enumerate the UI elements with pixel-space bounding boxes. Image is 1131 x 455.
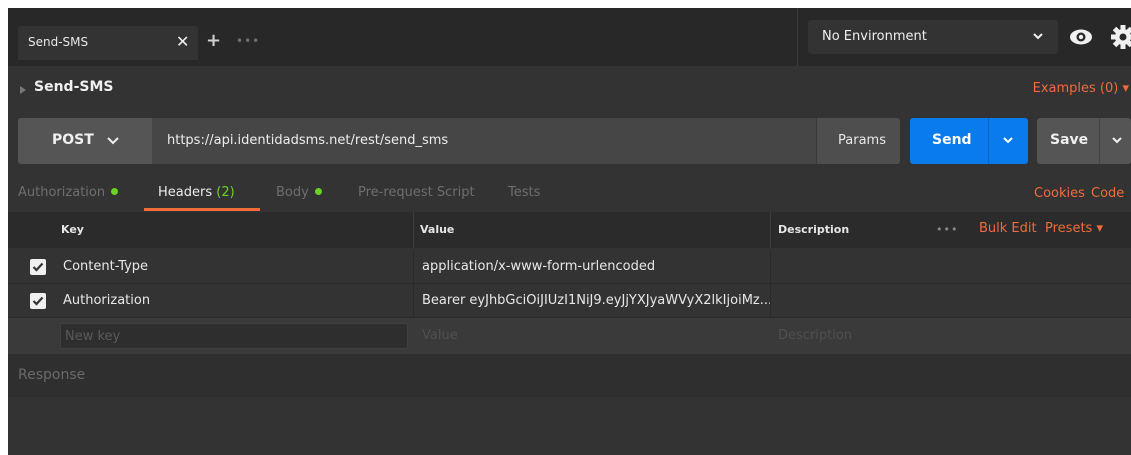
table-row: Content-Type application/x-www-form-urle… — [8, 250, 1131, 284]
column-divider — [770, 250, 771, 284]
presets-dropdown[interactable]: Presets ▾ — [1045, 221, 1103, 236]
url-bar: POST https://api.identidadsms.net/rest/s… — [18, 118, 900, 164]
header-key-cell[interactable]: Authorization — [63, 293, 150, 308]
environment-label: No Environment — [822, 29, 927, 44]
save-label: Save — [1050, 132, 1089, 148]
new-value-input[interactable]: Value — [422, 328, 458, 343]
new-header-row: Value Description — [8, 318, 1131, 354]
request-name[interactable]: Send-SMS — [34, 79, 113, 95]
tab-label: Tests — [508, 185, 541, 200]
column-divider — [413, 212, 414, 248]
tab-tests[interactable]: Tests — [508, 185, 540, 200]
column-divider — [770, 284, 771, 318]
divider — [797, 8, 798, 66]
tab-body[interactable]: Body — [276, 185, 322, 200]
chevron-down-icon[interactable] — [1002, 134, 1014, 146]
caret-right-icon[interactable] — [20, 86, 26, 94]
request-subtabs: Authorization Headers (2) Body Pre-reque… — [8, 176, 1131, 212]
divider — [988, 118, 989, 164]
column-divider — [413, 284, 414, 318]
save-button[interactable]: Save — [1037, 118, 1131, 164]
active-tab-indicator — [144, 208, 260, 211]
new-key-input[interactable] — [60, 323, 408, 349]
checkmark-icon — [32, 262, 44, 272]
header-enabled-checkbox[interactable] — [30, 293, 46, 309]
status-dot-icon — [314, 188, 322, 195]
column-header-key: Key — [61, 223, 84, 236]
examples-dropdown[interactable]: Examples (0) ▾ — [1033, 81, 1129, 96]
column-divider — [770, 212, 771, 248]
close-tab-icon[interactable]: ✕ — [176, 32, 189, 51]
postman-app: Send-SMS ✕ + ••• No Environment Send-SMS… — [8, 8, 1131, 455]
status-dot-icon — [111, 188, 119, 195]
url-input[interactable]: https://api.identidadsms.net/rest/send_s… — [167, 133, 448, 148]
tab-label: Pre-request Script — [358, 185, 475, 200]
tab-label: Body — [276, 185, 309, 200]
response-body — [8, 397, 1131, 455]
response-header: Response — [8, 354, 1131, 397]
header-enabled-checkbox[interactable] — [30, 259, 46, 275]
chevron-down-icon — [107, 137, 119, 145]
request-name-row: Send-SMS Examples (0) ▾ — [8, 66, 1131, 114]
response-label: Response — [18, 367, 86, 383]
chevron-down-icon — [1033, 33, 1043, 40]
send-label: Send — [932, 132, 972, 148]
tab-authorization[interactable]: Authorization — [18, 185, 119, 200]
more-tabs-icon[interactable]: ••• — [236, 34, 260, 48]
new-description-input[interactable]: Description — [778, 328, 852, 343]
method-label: POST — [52, 132, 94, 148]
params-button[interactable]: Params — [816, 118, 900, 164]
gear-icon[interactable] — [1108, 22, 1131, 52]
environment-select[interactable]: No Environment — [808, 20, 1058, 54]
more-options-icon[interactable]: ••• — [936, 223, 958, 236]
tab-prerequest-script[interactable]: Pre-request Script — [358, 185, 475, 200]
eye-icon[interactable] — [1066, 22, 1096, 52]
tab-bar: Send-SMS ✕ + ••• No Environment — [8, 8, 1131, 66]
table-row: Authorization Bearer eyJhbGciOiJIUzI1NiJ… — [8, 284, 1131, 318]
chevron-down-icon[interactable] — [1111, 134, 1123, 146]
cookies-link[interactable]: Cookies — [1034, 186, 1085, 201]
divider — [1099, 118, 1100, 164]
table-header: Key Value Description ••• Bulk Edit Pres… — [8, 212, 1131, 248]
bulk-edit-link[interactable]: Bulk Edit — [979, 221, 1037, 236]
column-header-value: Value — [420, 223, 455, 236]
column-divider — [413, 250, 414, 284]
code-link[interactable]: Code — [1091, 186, 1124, 201]
new-tab-icon[interactable]: + — [206, 30, 221, 51]
header-key-cell[interactable]: Content-Type — [63, 259, 148, 274]
method-select[interactable]: POST — [18, 118, 152, 164]
header-value-cell[interactable]: Bearer eyJhbGciOiJIUzI1NiJ9.eyJjYXJyaWVy… — [422, 293, 772, 308]
tab-label: Headers — [158, 185, 213, 200]
headers-count-badge: (2) — [216, 185, 235, 200]
tab-headers[interactable]: Headers (2) — [158, 185, 235, 200]
tab-label: Authorization — [18, 185, 106, 200]
header-value-cell[interactable]: application/x-www-form-urlencoded — [422, 259, 655, 274]
send-button[interactable]: Send — [910, 118, 1028, 164]
column-header-description: Description — [778, 223, 850, 236]
request-tab[interactable]: Send-SMS ✕ — [18, 26, 198, 60]
checkmark-icon — [32, 296, 44, 306]
tab-title: Send-SMS — [28, 35, 89, 49]
params-label: Params — [838, 133, 886, 148]
